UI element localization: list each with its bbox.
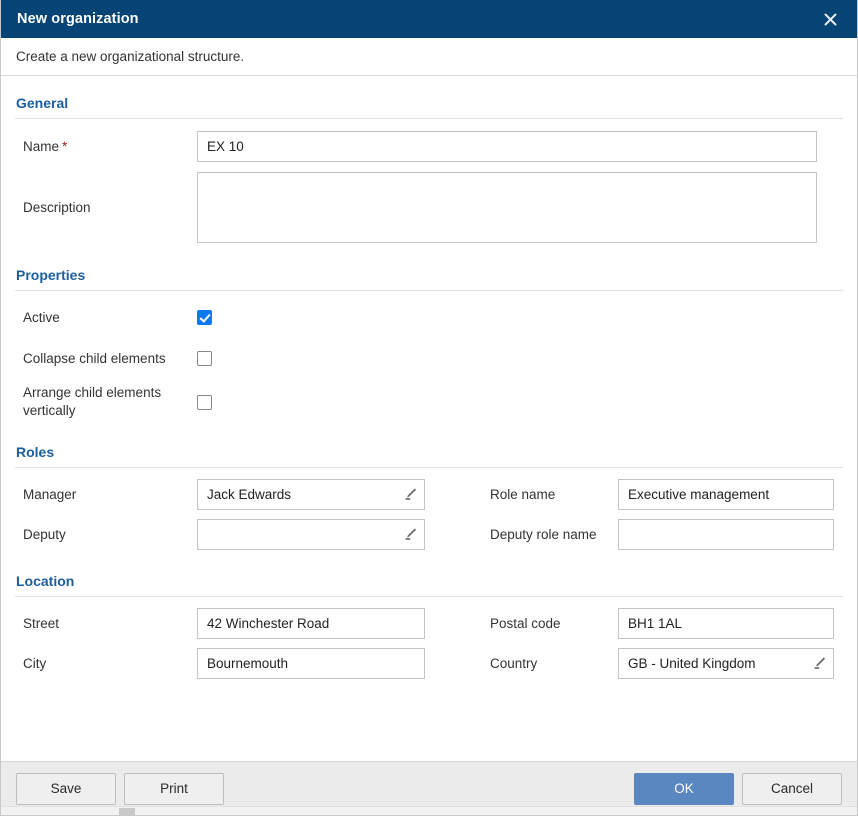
street-input[interactable] xyxy=(197,607,425,639)
postal-code-input[interactable] xyxy=(618,607,834,639)
scrollbar-thumb[interactable] xyxy=(119,808,135,815)
section-heading-roles: Roles xyxy=(16,444,55,460)
deputy-role-name-input[interactable] xyxy=(618,518,834,550)
label-name: Name * xyxy=(15,139,197,154)
label-street: Street xyxy=(23,615,60,631)
close-icon[interactable] xyxy=(817,6,843,32)
print-button[interactable]: Print xyxy=(124,772,224,805)
section-divider-properties xyxy=(15,290,843,291)
footer-right-actions: OK Cancel xyxy=(634,772,842,805)
section-heading-general: General xyxy=(16,95,69,111)
checkbox-arrange-child-elements-vertically[interactable] xyxy=(197,394,212,410)
checkbox-collapse-child-elements[interactable] xyxy=(197,350,212,366)
deputy-input[interactable] xyxy=(197,518,425,550)
checkbox-active[interactable] xyxy=(197,309,212,325)
field-row-street: Street Postal code xyxy=(15,603,843,643)
field-row-deputy: Deputy Deputy role name xyxy=(15,514,843,554)
label-active: Active xyxy=(23,309,60,325)
manager-picker xyxy=(197,478,425,510)
footer-left-actions: Save Print xyxy=(16,772,224,805)
dialog-subtitle-bar: Create a new organizational structure. xyxy=(1,38,857,76)
dialog-body: General Name* Description Properties Act… xyxy=(1,76,857,761)
dialog-titlebar: New organization xyxy=(1,0,857,38)
label-deputy: Deputy xyxy=(23,526,66,542)
deputy-picker xyxy=(197,518,425,550)
new-organization-dialog: New organization Create a new organizati… xyxy=(0,0,858,816)
save-button[interactable]: Save xyxy=(16,772,116,805)
field-row-manager: Manager Role name xyxy=(15,474,843,514)
label-postal-code: Postal code xyxy=(490,615,561,631)
section-divider-roles xyxy=(15,467,843,468)
city-input[interactable] xyxy=(197,647,425,679)
label-deputy-role-name: Deputy role name xyxy=(490,526,597,542)
country-input[interactable] xyxy=(618,647,834,679)
dialog-subtitle: Create a new organizational structure. xyxy=(16,49,245,64)
field-row-active: Active xyxy=(15,297,843,337)
label-country: Country xyxy=(490,655,538,671)
section-divider-location xyxy=(15,596,843,597)
description-textarea[interactable] xyxy=(197,172,817,243)
label-collapse-child-elements: Collapse child elements xyxy=(23,350,166,366)
label-city: City xyxy=(23,655,47,671)
label-description: Description xyxy=(23,200,91,215)
name-input[interactable] xyxy=(197,130,817,162)
pencil-icon[interactable] xyxy=(403,487,418,502)
pencil-icon[interactable] xyxy=(403,527,418,542)
field-row-name: Name * xyxy=(15,125,843,167)
label-role-name: Role name xyxy=(490,486,556,502)
cancel-button[interactable]: Cancel xyxy=(742,772,842,805)
manager-input[interactable] xyxy=(197,478,425,510)
country-picker xyxy=(618,647,834,679)
ok-button[interactable]: OK xyxy=(634,772,734,805)
required-indicator: * xyxy=(62,138,68,154)
field-row-collapse-child-elements: Collapse child elements xyxy=(15,337,843,379)
dialog-title: New organization xyxy=(17,10,139,27)
section-heading-location: Location xyxy=(16,573,75,589)
field-row-city: City Country xyxy=(15,643,843,683)
label-manager: Manager xyxy=(23,486,77,502)
role-name-input[interactable] xyxy=(618,478,834,510)
field-row-arrange-child-elements-vertically: Arrange child elements vertically xyxy=(15,379,843,425)
section-divider-general xyxy=(15,118,843,119)
section-heading-properties: Properties xyxy=(16,267,86,283)
label-arrange-child-elements-vertically: Arrange child elements vertically xyxy=(23,385,162,418)
horizontal-scrollbar[interactable] xyxy=(1,806,857,815)
field-row-description: Description xyxy=(15,167,843,248)
label-name-text: Name xyxy=(23,138,60,154)
pencil-icon[interactable] xyxy=(812,656,827,671)
